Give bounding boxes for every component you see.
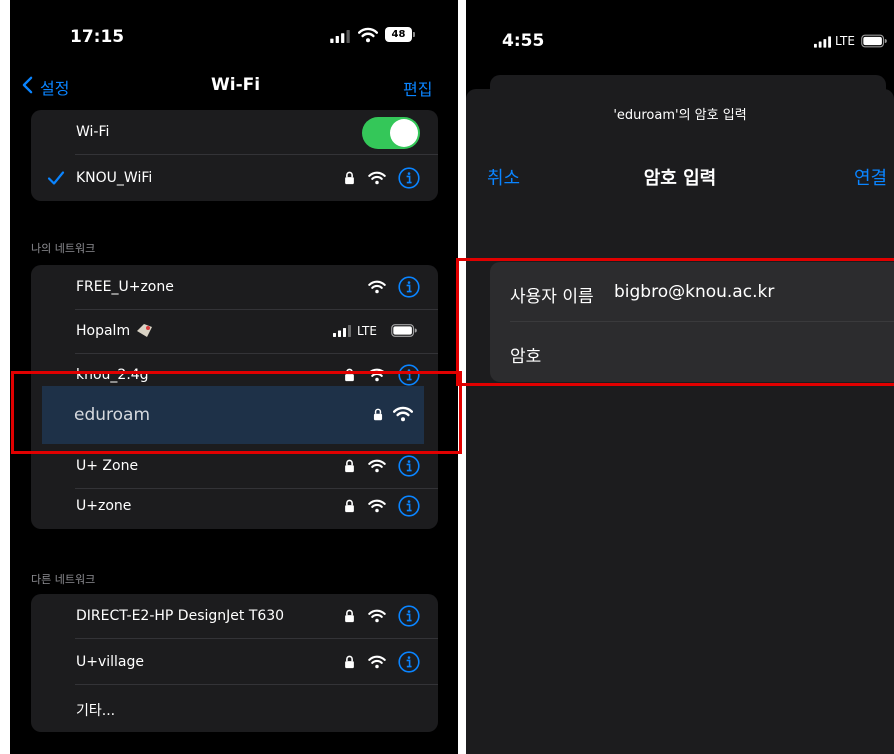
other-networks-group: DIRECT-E2-HP DesignJet T630 U+village 기타… [31,594,438,732]
info-icon[interactable] [398,167,420,189]
status-time: 4:55 [502,31,545,51]
cellular-type-label: LTE [357,324,377,338]
connected-network-row[interactable]: KNOU_WiFi [31,156,438,201]
battery-icon [391,324,417,337]
wifi-icon [368,459,386,473]
chevron-left-icon [22,76,33,94]
checkmark-icon [47,170,65,186]
back-label: 설정 [40,79,70,98]
wifi-icon [368,280,386,294]
wifi-icon [368,609,386,623]
status-time: 17:15 [70,27,125,47]
wifi-toggle-label: Wi-Fi [76,124,110,140]
eduroam-highlight-box [11,371,462,454]
tag-emoji-icon [137,324,152,337]
lock-icon [344,171,355,185]
page-title: Wi-Fi [211,75,261,95]
cellular-signal-icon [814,36,831,48]
cellular-signal-icon [330,30,350,43]
credentials-highlight-box [456,258,894,386]
sheet-title: 암호 입력 [643,168,717,189]
info-icon[interactable] [398,495,420,517]
lock-icon [344,655,355,669]
wifi-icon [368,655,386,669]
lock-icon [344,609,355,623]
info-icon[interactable] [398,651,420,673]
network-name: U+ Zone [76,458,139,474]
other-network-label: 기타... [76,703,116,719]
password-sheet: 'eduroam'의 암호 입력 취소 암호 입력 연결 사용자 이름 bigb… [466,89,894,754]
info-icon[interactable] [398,605,420,627]
wifi-toggle-switch[interactable] [362,117,420,149]
wifi-status-icon [358,27,378,43]
my-networks-header: 나의 네트워크 [31,242,96,255]
password-prompt: 'eduroam'의 암호 입력 [613,108,747,123]
battery-level: 48 [385,27,412,42]
other-networks-header: 다른 네트워크 [31,573,96,586]
info-icon[interactable] [398,455,420,477]
network-name: FREE_U+zone [76,279,174,295]
connect-button[interactable]: 연결 [854,164,887,190]
network-row[interactable]: U+village [31,640,438,685]
network-row[interactable]: Hopalm LTE [31,309,438,354]
network-name: DIRECT-E2-HP DesignJet T630 [76,608,285,624]
network-name: U+zone [76,498,132,514]
battery-icon [861,34,887,48]
lock-icon [344,499,355,513]
connected-network-name: KNOU_WiFi [76,170,153,186]
other-network-row[interactable]: 기타... [31,686,438,731]
cellular-signal-icon [333,325,351,337]
wifi-group: Wi-Fi KNOU_WiFi [31,110,438,201]
network-row[interactable]: FREE_U+zone [31,265,438,310]
wifi-toggle-row: Wi-Fi [31,110,438,155]
wifi-icon [368,171,386,185]
network-name: Hopalm [76,323,131,339]
info-icon[interactable] [398,276,420,298]
network-name: U+village [76,654,145,670]
wifi-icon [368,499,386,513]
cellular-type-label: LTE [835,34,855,48]
network-row[interactable]: U+zone [31,484,438,529]
edit-button[interactable]: 편집 [403,76,432,100]
network-row[interactable]: DIRECT-E2-HP DesignJet T630 [31,594,438,639]
lock-icon [344,459,355,473]
battery-icon: 48 [385,27,415,42]
